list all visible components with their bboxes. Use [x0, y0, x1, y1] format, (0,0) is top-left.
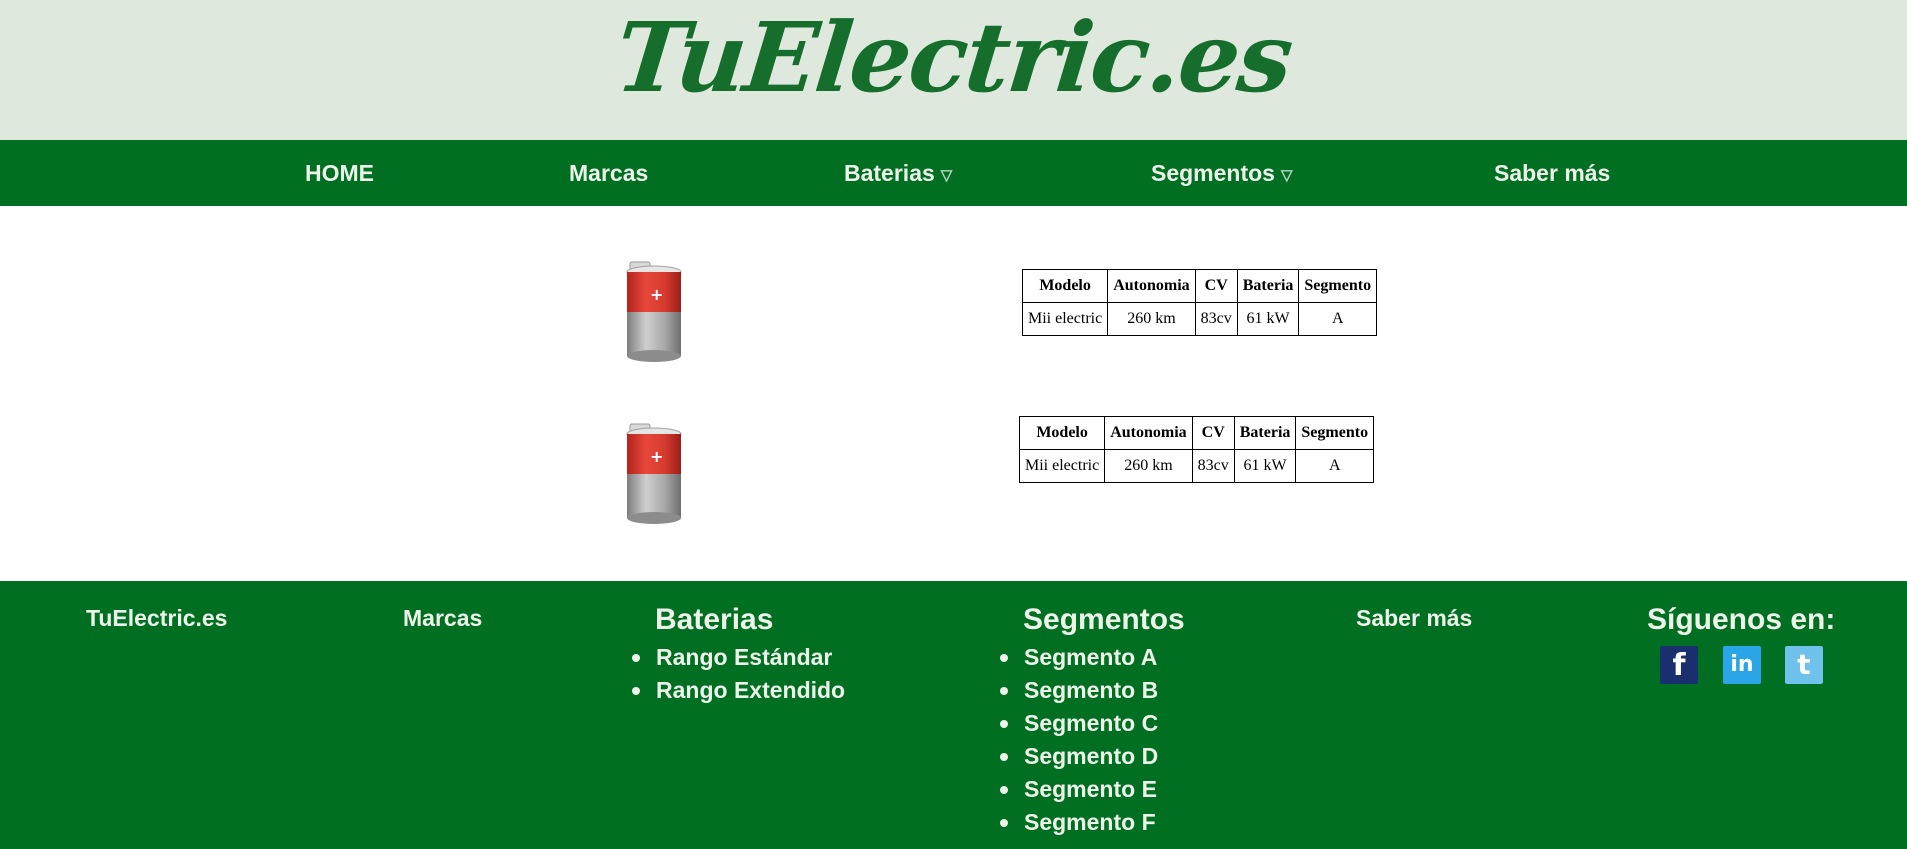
cell-cv: 83cv [1194, 302, 1238, 336]
site-logo[interactable]: TuElectric.es [0, 0, 1907, 114]
col-header-segmento: Segmento [1295, 416, 1375, 450]
cell-modelo: Mii electric [1018, 449, 1106, 483]
footer-social-title: Síguenos en: [1647, 603, 1836, 636]
battery-icon: + [598, 418, 708, 533]
svg-text:+: + [650, 285, 663, 304]
footer-segmentos-list: Segmento A Segmento B Segmento C Segment… [999, 641, 1158, 839]
spec-table: Modelo Autonomia CV Bateria Segmento Mii… [1021, 269, 1378, 336]
nav-item-label: Segmentos [1151, 160, 1275, 186]
dropdown-triangle-icon: ▽ [940, 167, 953, 184]
col-header-bateria: Bateria [1236, 269, 1300, 303]
table-header-row: Modelo Autonomia CV Bateria Segmento [1018, 416, 1375, 450]
footer-link-segmento-a[interactable]: Segmento A [999, 641, 1158, 674]
svg-text:+: + [650, 447, 663, 466]
col-header-modelo: Modelo [1018, 416, 1106, 450]
cell-segmento: A [1298, 302, 1378, 336]
twitter-icon[interactable]: t [1785, 646, 1823, 684]
nav-item-home[interactable]: HOME [305, 140, 374, 206]
table-row: Mii electric 260 km 83cv 61 kW A [1021, 302, 1378, 336]
table-header-row: Modelo Autonomia CV Bateria Segmento [1021, 269, 1378, 303]
col-header-cv: CV [1191, 416, 1235, 450]
facebook-icon[interactable]: f [1660, 646, 1698, 684]
footer-link-segmento-b[interactable]: Segmento B [999, 674, 1158, 707]
linkedin-icon[interactable]: in [1723, 646, 1761, 684]
cell-bateria: 61 kW [1236, 302, 1300, 336]
main-nav: HOME Marcas Baterias ▽ Segmentos ▽ Saber m… [0, 140, 1907, 206]
footer-link-rango-estandar[interactable]: Rango Estándar [631, 641, 845, 674]
cell-modelo: Mii electric [1021, 302, 1109, 336]
footer-baterias-title[interactable]: Baterias [655, 603, 773, 637]
nav-item-baterias[interactable]: Baterias ▽ [844, 140, 952, 206]
cell-bateria: 61 kW [1233, 449, 1297, 483]
nav-item-saber-mas[interactable]: Saber más [1494, 140, 1610, 206]
nav-item-marcas[interactable]: Marcas [569, 140, 648, 206]
col-header-cv: CV [1194, 269, 1238, 303]
battery-icon: + [598, 256, 708, 371]
cell-segmento: A [1295, 449, 1375, 483]
footer-link-segmento-e[interactable]: Segmento E [999, 773, 1158, 806]
footer-brand-link[interactable]: TuElectric.es [86, 605, 227, 632]
footer-link-rango-extendido[interactable]: Rango Extendido [631, 674, 845, 707]
nav-item-label: Baterias [844, 160, 935, 186]
nav-item-segmentos[interactable]: Segmentos ▽ [1151, 140, 1293, 206]
table-row: Mii electric 260 km 83cv 61 kW A [1018, 449, 1375, 483]
footer-marcas-link[interactable]: Marcas [403, 605, 482, 632]
footer-baterias-list: Rango Estándar Rango Extendido [631, 641, 845, 707]
footer-segmentos-title[interactable]: Segmentos [1023, 603, 1185, 637]
dropdown-triangle-icon: ▽ [1280, 167, 1293, 184]
nav-item-label: Marcas [569, 160, 649, 186]
footer-link-segmento-f[interactable]: Segmento F [999, 806, 1158, 839]
col-header-autonomia: Autonomia [1104, 416, 1193, 450]
footer-saber-mas-link[interactable]: Saber más [1356, 605, 1472, 632]
nav-item-label: HOME [305, 160, 374, 186]
spec-table: Modelo Autonomia CV Bateria Segmento Mii… [1018, 416, 1375, 483]
site-footer: TuElectric.es Marcas Baterias Rango Está… [0, 581, 1907, 849]
col-header-modelo: Modelo [1021, 269, 1109, 303]
col-header-segmento: Segmento [1298, 269, 1378, 303]
site-header: TuElectric.es [0, 0, 1907, 140]
cell-cv: 83cv [1191, 449, 1235, 483]
col-header-bateria: Bateria [1233, 416, 1297, 450]
col-header-autonomia: Autonomia [1107, 269, 1196, 303]
cell-autonomia: 260 km [1104, 449, 1193, 483]
footer-link-segmento-c[interactable]: Segmento C [999, 707, 1158, 740]
footer-link-segmento-d[interactable]: Segmento D [999, 740, 1158, 773]
nav-item-label: Saber más [1494, 160, 1611, 186]
cell-autonomia: 260 km [1107, 302, 1196, 336]
